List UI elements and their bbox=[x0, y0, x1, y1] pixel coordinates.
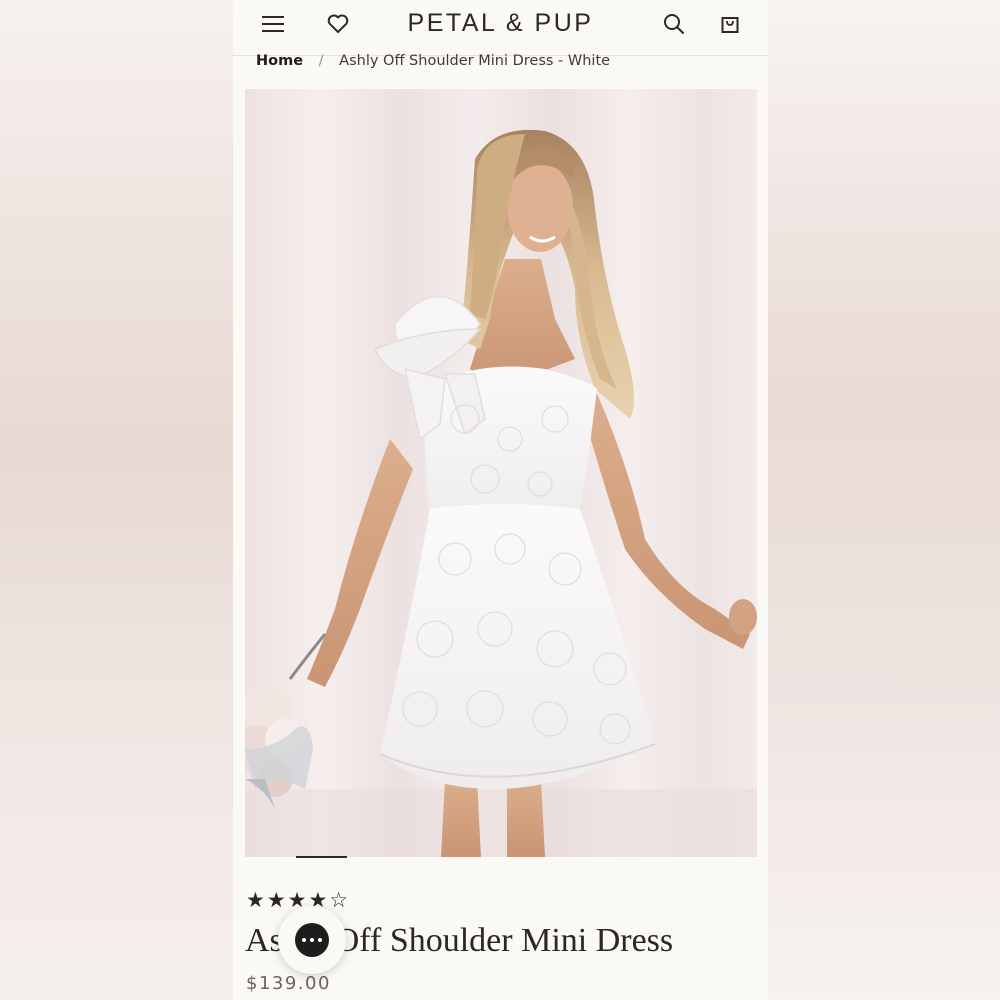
breadcrumb: Home / Ashly Off Shoulder Mini Dress - W… bbox=[256, 53, 610, 73]
chat-bubble-icon bbox=[295, 923, 329, 957]
breadcrumb-current: Ashly Off Shoulder Mini Dress - White bbox=[339, 53, 611, 69]
search-icon bbox=[664, 14, 684, 34]
breadcrumb-separator: / bbox=[318, 53, 324, 69]
brand-logo[interactable]: PETAL & PUP bbox=[383, 9, 618, 38]
product-image[interactable] bbox=[245, 89, 757, 857]
background-blur-left bbox=[0, 0, 233, 1000]
product-page: PETAL & PUP Home / Ashly Off Shoulder Mi… bbox=[233, 0, 768, 1000]
breadcrumb-home-link[interactable]: Home bbox=[256, 53, 303, 69]
product-photo bbox=[245, 89, 757, 857]
background-blur-right bbox=[768, 0, 1000, 1000]
chat-button[interactable] bbox=[278, 906, 346, 974]
search-button[interactable] bbox=[658, 10, 690, 38]
menu-button[interactable] bbox=[257, 10, 289, 38]
top-navigation-bar: PETAL & PUP bbox=[233, 0, 768, 56]
cart-button[interactable] bbox=[714, 10, 746, 38]
menu-icon bbox=[262, 16, 284, 32]
wishlist-button[interactable] bbox=[322, 10, 354, 38]
product-price: $139.00 bbox=[246, 973, 331, 994]
heart-icon bbox=[327, 14, 349, 33]
shopping-bag-icon bbox=[721, 17, 739, 33]
image-slider-indicator[interactable] bbox=[296, 856, 347, 858]
